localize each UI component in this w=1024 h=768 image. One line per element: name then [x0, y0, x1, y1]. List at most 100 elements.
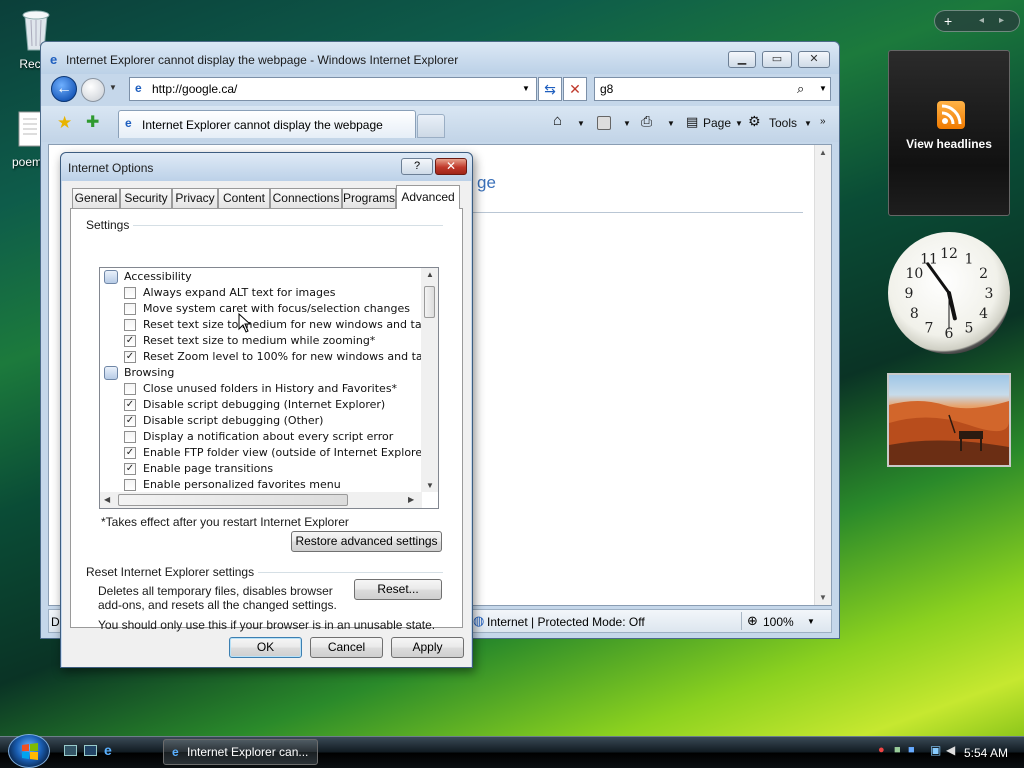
tab-privacy[interactable]: Privacy: [172, 188, 218, 208]
stop-button[interactable]: ✕: [563, 77, 587, 101]
option-checkbox[interactable]: [124, 287, 136, 299]
add-favorite-icon[interactable]: ✚: [86, 112, 99, 132]
option-checkbox[interactable]: ✓: [124, 415, 136, 427]
option-checkbox[interactable]: ✓: [124, 399, 136, 411]
page-dropdown-icon[interactable]: ▼: [735, 119, 743, 128]
print-dropdown-icon[interactable]: ▼: [667, 119, 675, 128]
back-button[interactable]: ←: [51, 76, 77, 102]
tree-scroll-up-arrow[interactable]: ▲: [426, 270, 434, 279]
tools-menu[interactable]: Tools: [769, 116, 797, 130]
tray-icon-3[interactable]: ■: [908, 744, 915, 756]
cancel-button[interactable]: Cancel: [310, 637, 383, 658]
tree-scroll-left-arrow[interactable]: ◀: [104, 495, 110, 504]
tab-content[interactable]: Content: [218, 188, 270, 208]
tree-option[interactable]: Display a notification about every scrip…: [100, 429, 420, 445]
search-box[interactable]: ⌕ ▼: [594, 77, 831, 101]
scroll-down-arrow[interactable]: ▼: [819, 593, 827, 602]
tree-option[interactable]: Close unused folders in History and Favo…: [100, 381, 420, 397]
reset-button[interactable]: Reset...: [354, 579, 442, 600]
tab-advanced[interactable]: Advanced: [396, 185, 460, 209]
dialog-titlebar[interactable]: Internet Options ? ✕: [61, 153, 472, 181]
switch-windows-icon[interactable]: [84, 745, 97, 756]
print-icon[interactable]: ⎙: [641, 113, 652, 130]
tree-option[interactable]: Reset text size to medium for new window…: [100, 317, 434, 333]
toolbar-overflow-icon[interactable]: »: [820, 116, 826, 127]
address-input[interactable]: [152, 82, 512, 96]
settings-tree[interactable]: Accessibility Always expand ALT text for …: [99, 267, 439, 509]
restore-advanced-settings-button[interactable]: Restore advanced settings: [291, 531, 442, 552]
maximize-button[interactable]: ▭: [762, 51, 792, 68]
apply-button[interactable]: Apply: [391, 637, 464, 658]
volume-icon[interactable]: ◀: [946, 743, 955, 757]
tree-option[interactable]: ✓ Enable page transitions: [100, 461, 420, 477]
dialog-close-button[interactable]: ✕: [435, 158, 467, 175]
option-checkbox[interactable]: [124, 431, 136, 443]
page-vertical-scrollbar[interactable]: ▲ ▼: [814, 145, 831, 605]
search-icon[interactable]: ⌕: [797, 81, 804, 97]
home-dropdown-icon[interactable]: ▼: [577, 119, 585, 128]
tree-option[interactable]: ✓ Reset text size to medium while zooming…: [100, 333, 420, 349]
tray-clock[interactable]: 5:54 AM: [964, 746, 1008, 760]
tree-option[interactable]: ✓ Disable script debugging (Other): [100, 413, 420, 429]
option-checkbox[interactable]: ✓: [124, 351, 136, 363]
tree-hscroll-thumb[interactable]: [118, 494, 348, 506]
zoom-level[interactable]: 100%: [763, 615, 794, 629]
option-checkbox[interactable]: ✓: [124, 463, 136, 475]
search-input[interactable]: [600, 82, 790, 96]
tree-option[interactable]: ✓ Disable script debugging (Internet Expl…: [100, 397, 420, 413]
tree-horizontal-scrollbar[interactable]: ◀ ▶: [100, 492, 422, 508]
tab-security[interactable]: Security: [120, 188, 172, 208]
show-desktop-icon[interactable]: [64, 745, 77, 756]
scroll-up-arrow[interactable]: ▲: [819, 148, 827, 157]
forward-button[interactable]: [81, 78, 105, 102]
feeds-dropdown-icon[interactable]: ▼: [623, 119, 631, 128]
tree-option[interactable]: Move system caret with focus/selection c…: [100, 301, 420, 317]
home-icon[interactable]: ⌂: [553, 112, 562, 129]
feed-headlines-gadget[interactable]: View headlines: [888, 50, 1010, 216]
zone-status[interactable]: Internet | Protected Mode: Off: [487, 615, 645, 629]
tree-option[interactable]: ✓ Reset Zoom level to 100% for new window…: [100, 349, 435, 365]
zoom-dropdown-icon[interactable]: ▼: [807, 617, 815, 626]
tree-vscroll-thumb[interactable]: [424, 286, 435, 318]
history-dropdown-icon[interactable]: ▼: [109, 83, 117, 92]
ok-button[interactable]: OK: [229, 637, 302, 658]
network-icon[interactable]: ▣: [930, 743, 941, 757]
search-dropdown-icon[interactable]: ▼: [819, 84, 827, 93]
feeds-icon[interactable]: [597, 116, 611, 130]
refresh-button[interactable]: ⇆: [538, 77, 562, 101]
tree-option[interactable]: Enable personalized favorites menu: [100, 477, 420, 493]
tab-general[interactable]: General: [72, 188, 120, 208]
tray-icon-1[interactable]: ●: [878, 744, 885, 756]
option-checkbox[interactable]: ✓: [124, 335, 136, 347]
tree-option[interactable]: ✓ Enable FTP folder view (outside of Inte…: [100, 445, 431, 461]
next-gadget-button[interactable]: ▸: [999, 15, 1004, 26]
help-button[interactable]: ?: [401, 158, 433, 175]
tab-programs[interactable]: Programs: [342, 188, 396, 208]
tree-vertical-scrollbar[interactable]: ▲ ▼: [421, 268, 438, 492]
slideshow-gadget[interactable]: [887, 373, 1011, 467]
tray-icon-2[interactable]: ■: [894, 744, 901, 756]
tree-scroll-down-arrow[interactable]: ▼: [426, 481, 434, 490]
address-dropdown-icon[interactable]: ▼: [522, 84, 530, 93]
add-gadget-button[interactable]: +: [944, 13, 952, 29]
option-checkbox[interactable]: [124, 303, 136, 315]
taskbar-ie-button[interactable]: e Internet Explorer can...: [163, 739, 318, 765]
start-button[interactable]: [8, 734, 50, 768]
tab-connections[interactable]: Connections: [270, 188, 342, 208]
tools-dropdown-icon[interactable]: ▼: [804, 119, 812, 128]
new-tab-button[interactable]: [417, 114, 445, 138]
favorites-star-icon[interactable]: ★: [57, 113, 72, 133]
tree-scroll-right-arrow[interactable]: ▶: [408, 495, 414, 504]
option-checkbox[interactable]: ✓: [124, 447, 136, 459]
ie-close-button[interactable]: ✕: [798, 51, 830, 68]
option-checkbox[interactable]: [124, 319, 136, 331]
option-checkbox[interactable]: [124, 479, 136, 491]
address-bar[interactable]: e ▼: [129, 77, 537, 101]
tree-option[interactable]: Always expand ALT text for images: [100, 285, 420, 301]
tab-current-page[interactable]: e Internet Explorer cannot display the w…: [118, 110, 416, 138]
ie-titlebar[interactable]: e Internet Explorer cannot display the w…: [41, 42, 839, 74]
page-menu[interactable]: Page: [703, 116, 731, 130]
prev-gadget-button[interactable]: ◂: [979, 15, 984, 26]
minimize-button[interactable]: ▁: [728, 51, 756, 68]
ie-quicklaunch-icon[interactable]: e: [104, 742, 112, 758]
